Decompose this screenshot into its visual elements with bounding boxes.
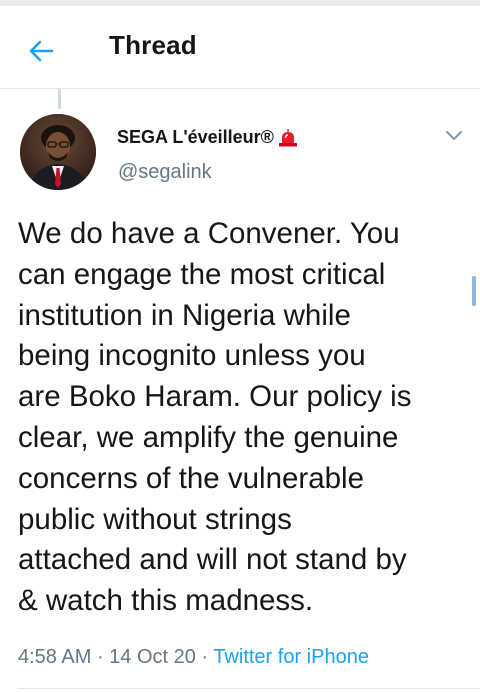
meta-separator: · [91,646,110,668]
meta-separator: · [195,646,214,668]
chevron-down-icon [446,131,462,140]
avatar[interactable] [20,114,96,190]
avatar-image [20,114,96,190]
thread-connector-line [58,89,61,109]
tweet-date: 14 Oct 20 [109,646,196,668]
scrollbar-thumb[interactable] [472,276,476,306]
tweet-metadata: 4:58 AM · 14 Oct 20 · Twitter for iPhone [18,646,369,669]
author-display-name-link[interactable]: SEGA L'éveilleur® [117,127,298,148]
divider [18,688,480,689]
arrow-left-icon [29,40,54,62]
back-button[interactable] [18,28,64,74]
siren-icon [278,129,298,147]
tweet-menu-button[interactable] [440,124,468,148]
tweet-source-link[interactable]: Twitter for iPhone [213,646,369,668]
thread-header: Thread [0,6,480,89]
author-handle[interactable]: @segalink [118,161,212,184]
page-title: Thread [109,30,197,60]
author-display-name: SEGA L'éveilleur® [117,127,274,147]
tweet-time: 4:58 AM [18,646,92,668]
tweet-text: We do have a Convener. You can engage th… [18,217,412,618]
